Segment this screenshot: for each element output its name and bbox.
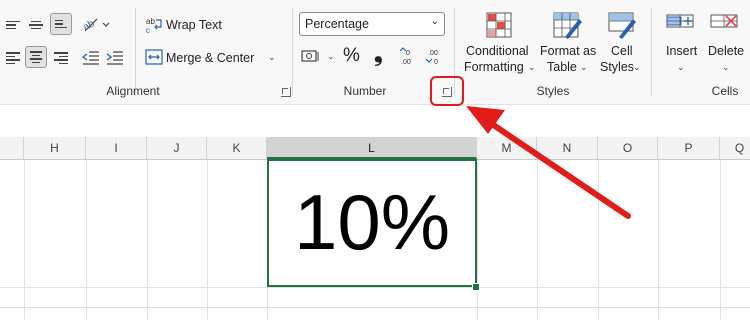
annotation-arrow: [466, 106, 631, 219]
